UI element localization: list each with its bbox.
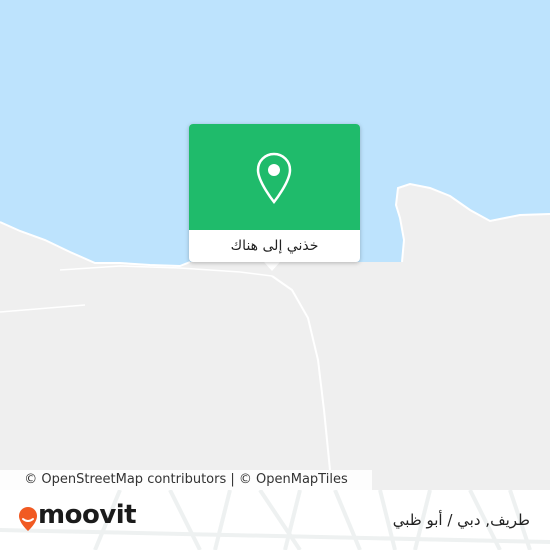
moovit-pin-icon — [19, 507, 37, 531]
moovit-logo[interactable]: moovit — [18, 500, 138, 534]
map-attribution[interactable]: © OpenStreetMap contributors | © OpenMap… — [0, 470, 372, 490]
moovit-logo-text: moovit — [38, 500, 137, 530]
place-name: طريف, دبي / أبو ظبي — [392, 511, 530, 529]
location-pin-icon — [256, 152, 292, 204]
directions-popup[interactable]: خذني إلى هناك — [189, 124, 360, 262]
popup-pointer — [264, 262, 280, 271]
map-canvas[interactable] — [0, 0, 550, 550]
popup-header — [189, 124, 360, 230]
take-me-there-button[interactable]: خذني إلى هناك — [189, 230, 360, 262]
